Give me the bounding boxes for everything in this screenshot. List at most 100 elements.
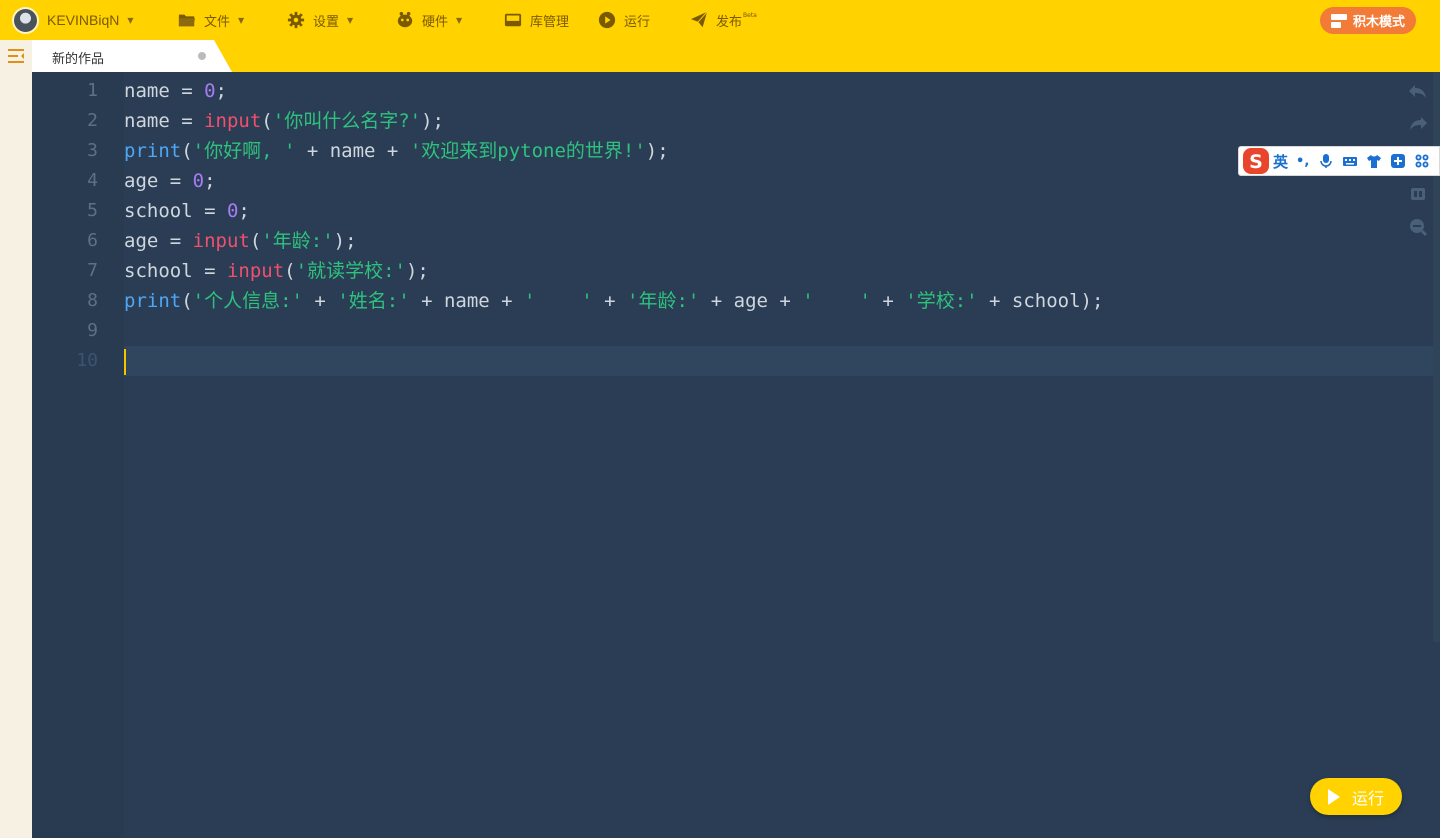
code-token: 0 xyxy=(192,170,205,192)
code-token: = xyxy=(192,260,227,282)
gear-icon xyxy=(287,11,305,29)
line-number: 7 xyxy=(87,260,98,281)
tab-new-project[interactable]: 新的作品 xyxy=(32,40,232,72)
code-line[interactable]: 5 school = 0; xyxy=(32,196,1432,226)
code-token: + xyxy=(302,290,338,312)
format-button[interactable] xyxy=(1406,182,1430,206)
code-token: '姓名:' xyxy=(337,290,410,312)
grid-icon[interactable] xyxy=(1415,154,1429,168)
code-token: '你叫什么名字?' xyxy=(272,110,422,132)
play-icon xyxy=(1327,788,1340,805)
code-text: age = 0; xyxy=(124,166,216,196)
blocks-mode-label: 积木模式 xyxy=(1352,15,1405,30)
keyboard-icon[interactable] xyxy=(1343,154,1358,168)
code-token: '年龄:' xyxy=(261,230,334,252)
code-token: + xyxy=(592,290,627,312)
code-line[interactable]: 10 xyxy=(32,346,1432,376)
blocks-icon xyxy=(1330,13,1347,28)
code-token: name xyxy=(124,80,170,102)
menu-library[interactable]: 库管理 xyxy=(504,0,569,40)
code-editor[interactable]: 1 name = 0; 2 name = input('你叫什么名字?'); 3 prin… xyxy=(32,72,1440,838)
code-token: = xyxy=(169,80,205,102)
sogou-logo-icon: S xyxy=(1243,148,1269,174)
code-line[interactable]: 3 print('你好啊, ' + name + '欢迎来到pytone的世界!'… xyxy=(32,136,1432,166)
toolbox-icon[interactable] xyxy=(1391,154,1406,168)
code-token: age xyxy=(124,230,159,252)
code-token: ; xyxy=(204,170,216,192)
menu-file[interactable]: 文件 ▼ xyxy=(178,0,244,40)
play-circle-icon xyxy=(598,11,616,29)
undo-button[interactable] xyxy=(1406,80,1430,104)
code-token: + school); xyxy=(977,290,1104,312)
avatar xyxy=(12,6,39,34)
code-text: name = 0; xyxy=(124,76,227,106)
ime-punct-label[interactable]: •, xyxy=(1296,154,1309,169)
code-token: input xyxy=(204,110,262,132)
code-token: ( xyxy=(181,140,193,162)
code-line[interactable]: 4 age = 0; xyxy=(32,166,1432,196)
code-line[interactable]: 8 print('个人信息:' + '姓名:' + name + ' ' + '年… xyxy=(32,286,1432,316)
redo-button[interactable] xyxy=(1406,112,1430,136)
code-line[interactable]: 7 school = input('就读学校:'); xyxy=(32,256,1432,286)
code-token: ( xyxy=(284,260,296,282)
menu-run-label: 运行 xyxy=(624,14,651,30)
sidebar-toggle[interactable] xyxy=(0,40,32,72)
code-token: ( xyxy=(261,110,273,132)
unsaved-dot[interactable] xyxy=(198,52,206,60)
code-line[interactable]: 9 xyxy=(32,316,1432,346)
code-token: '就读学校:' xyxy=(295,260,406,282)
menu-hardware-label: 硬件 xyxy=(422,14,449,30)
skin-icon[interactable] xyxy=(1367,154,1382,168)
code-token: ; xyxy=(238,200,250,222)
chevron-down-icon: ▼ xyxy=(127,15,134,25)
code-token: '你好啊, ' xyxy=(192,140,296,162)
code-text: school = input('就读学校:'); xyxy=(124,256,429,286)
blocks-mode-button[interactable]: 积木模式 xyxy=(1320,7,1416,34)
code-line[interactable]: 6 age = input('年龄:'); xyxy=(32,226,1432,256)
line-number: 4 xyxy=(87,170,98,191)
run-button[interactable]: 运行 xyxy=(1310,778,1402,815)
code-token: ); xyxy=(333,230,357,252)
code-line[interactable]: 1 name = 0; xyxy=(32,76,1432,106)
inbox-icon xyxy=(504,13,522,27)
menu-settings-label: 设置 xyxy=(313,14,340,30)
top-toolbar: KEVINBiqN ▼ 文件 ▼ 设置 ▼ 硬件 ▼ 库管理 运行 发布 Beta… xyxy=(0,0,1440,40)
code-token: = xyxy=(158,170,193,192)
menu-hardware[interactable]: 硬件 ▼ xyxy=(396,0,462,40)
code-token: ); xyxy=(405,260,429,282)
tab-label: 新的作品 xyxy=(52,52,105,67)
code-token: ( xyxy=(249,230,262,252)
menu-settings[interactable]: 设置 ▼ xyxy=(287,0,353,40)
chevron-down-icon: ▼ xyxy=(347,15,354,25)
ime-toolbar[interactable]: S 英 •, xyxy=(1238,146,1440,176)
code-token: ( xyxy=(181,290,193,312)
svg-text:S: S xyxy=(1249,151,1263,173)
code-token: '个人信息:' xyxy=(192,290,303,312)
user-name: KEVINBiqN xyxy=(47,12,120,28)
code-token: name xyxy=(124,110,170,132)
undo-icon xyxy=(1409,85,1426,98)
user-menu[interactable]: KEVINBiqN ▼ xyxy=(12,0,134,40)
code-text: print('你好啊, ' + name + '欢迎来到pytone的世界!')… xyxy=(124,136,669,166)
code-token: '学校:' xyxy=(905,290,978,312)
code-token: = xyxy=(158,230,193,252)
menu-run[interactable]: 运行 xyxy=(598,0,650,40)
menu-publish[interactable]: 发布 Beta xyxy=(690,0,757,40)
ime-mode-label[interactable]: 英 xyxy=(1273,151,1288,172)
line-number: 5 xyxy=(87,200,98,221)
side-panel xyxy=(0,72,32,838)
code-token: + age + xyxy=(699,290,803,312)
code-line[interactable]: 2 name = input('你叫什么名字?'); xyxy=(32,106,1432,136)
code-token: input xyxy=(192,230,250,252)
line-number: 1 xyxy=(87,80,98,101)
line-number: 3 xyxy=(87,140,98,161)
code-token: + name + xyxy=(295,140,410,162)
paper-plane-icon xyxy=(690,11,708,28)
code-text: name = input('你叫什么名字?'); xyxy=(124,106,444,136)
mic-icon[interactable] xyxy=(1319,154,1333,168)
code-token: ; xyxy=(215,80,227,102)
zoom-out-button[interactable] xyxy=(1406,215,1430,239)
code-token: print xyxy=(124,140,182,162)
chevron-down-icon: ▼ xyxy=(238,15,245,25)
code-token: = xyxy=(192,200,227,222)
